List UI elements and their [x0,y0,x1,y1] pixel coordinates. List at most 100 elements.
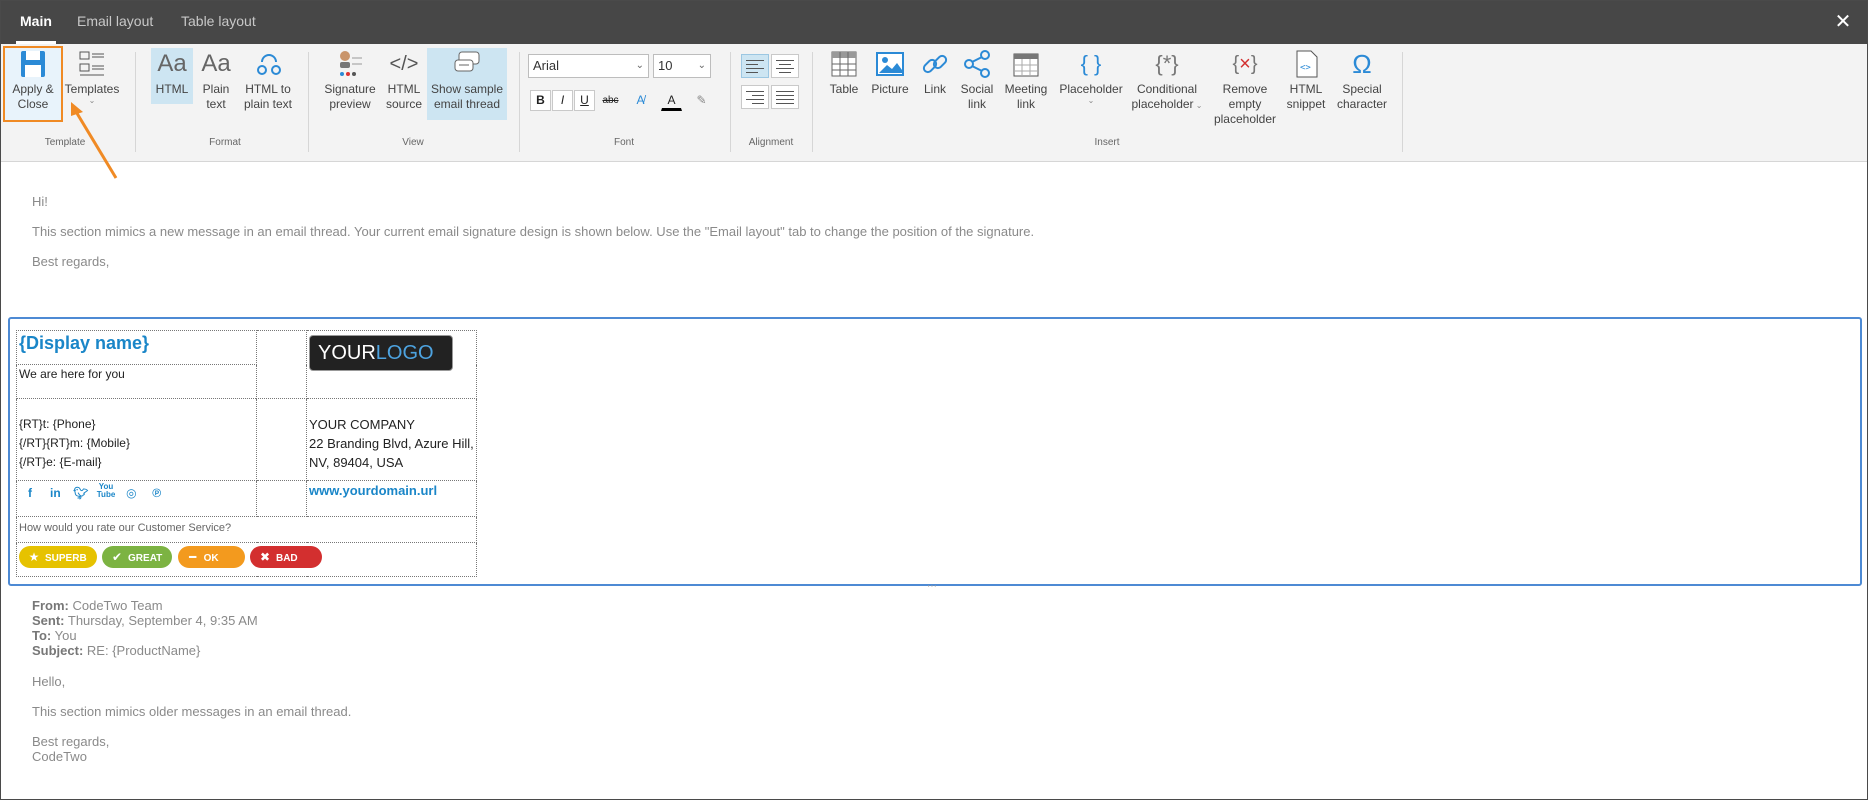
thread-sent: Sent: Thursday, September 4, 9:35 AM [32,613,258,628]
insert-special-character-button[interactable]: Ω Special character [1335,48,1389,112]
sig-cell-url: www.yourdomain.url [306,480,477,517]
star-icon: ★ [28,550,40,564]
insert-table-button[interactable]: Table [823,48,865,97]
sig-cell-logo: YOURLOGO [306,330,477,399]
remove-placeholder-icon: {×} [1232,53,1258,75]
align-justify-button[interactable] [771,85,799,109]
html-source-label-2: source [385,97,423,111]
insert-conditional-placeholder-button[interactable]: {*} Conditional placeholder ⌄ [1129,48,1205,113]
sent-label: Sent: [32,613,65,628]
signature-preview-label-2: preview [329,97,371,111]
tab-main[interactable]: Main [16,1,56,44]
rating-ok-button[interactable]: ━ OK [177,546,245,568]
rating-great-button[interactable]: ✔ GREAT [102,546,173,568]
html-to-plain-button[interactable]: HTML to plain text [239,48,297,112]
rating-superb-button[interactable]: ★ SUPERB [19,546,97,568]
sent-value: Thursday, September 4, 9:35 AM [67,613,258,628]
mobile-line: {/RT}{RT}m: {Mobile} [19,436,130,450]
apply-close-button[interactable]: Apply & Close [3,46,63,122]
font-family-value: Arial [533,58,560,73]
highlight-pen-icon[interactable]: ✎ [691,90,712,111]
code-icon: </> [389,53,419,75]
html-source-button[interactable]: </> HTML source [383,48,425,112]
strikethrough-button[interactable]: abc [600,90,621,111]
group-label-view: View [402,137,424,148]
align-left-button[interactable] [741,54,769,78]
ribbon-toolbar: Apply & Close Templates ⌄ Template Aa HT… [1,44,1867,162]
rating-bad-label: BAD [275,553,298,564]
insert-placeholder-label: Placeholder [1059,82,1123,96]
facebook-icon[interactable]: f [19,486,41,500]
signature-editor-area[interactable]: {Display name} YOURLOGO We are here for … [8,317,1862,586]
thread-older-text: This section mimics older messages in an… [32,704,352,719]
signature-preview-button[interactable]: Signature preview [319,48,381,112]
display-name: {Display name} [19,333,150,353]
clear-format-icon[interactable]: A̸ [630,90,651,111]
remove-empty-placeholder-button[interactable]: {×} Remove empty placeholder [1211,48,1279,127]
font-aa-icon: Aa [157,50,187,77]
insert-link-button[interactable]: Link [917,48,953,97]
signature-preview-label-1: Signature [324,82,376,96]
email-line: {/RT}e: {E-mail} [19,455,102,469]
address-line-2: NV, 89404, USA [309,455,404,470]
align-right-button[interactable] [741,85,769,109]
html-snippet-icon: <> [1296,50,1318,78]
insert-link-label: Link [923,82,946,96]
tab-table-layout[interactable]: Table layout [181,1,256,44]
insert-picture-button[interactable]: Picture [867,48,913,97]
bold-button[interactable]: B [530,90,551,111]
insert-placeholder-button[interactable]: { } Placeholder ⌄ [1057,48,1125,105]
intro-text: This section mimics a new message in an … [32,224,1035,239]
youtube-icon[interactable]: You Tube [95,483,117,499]
rating-bad-button[interactable]: ✖ BAD [249,546,322,568]
remove-empty-label-1: Remove [1222,82,1268,96]
save-icon [21,51,45,77]
close-icon[interactable]: ✕ [1831,10,1855,34]
apply-close-label-2: Close [17,97,49,111]
insert-meeting-label-1: Meeting [1004,82,1048,96]
underline-button[interactable]: U [574,90,595,111]
twitter-icon[interactable]: 🐦︎ [70,486,92,500]
thread-signoff: CodeTwo [32,749,87,764]
thread-hello: Hello, [32,674,66,689]
thread-to: To: You [32,628,77,643]
font-family-select[interactable]: Arial ⌄ [528,54,649,78]
from-label: From: [32,598,69,613]
rating-question: How would you rate our Customer Service? [19,522,232,534]
link-icon [922,54,948,74]
templates-icon [79,51,104,76]
html-to-plain-label-2: plain text [243,97,293,111]
plain-text-button[interactable]: Aa Plain text [197,48,235,112]
pinterest-icon[interactable]: ℗ [146,486,168,500]
insert-html-snippet-button[interactable]: <> HTML snippet [1283,48,1329,112]
insert-special-label-1: Special [1342,82,1382,96]
italic-button[interactable]: I [552,90,573,111]
company-name: YOUR COMPANY [309,417,415,432]
html-format-button[interactable]: Aa HTML [151,48,193,104]
insert-social-link-button[interactable]: Social link [957,48,997,112]
font-color-icon[interactable]: A [661,90,682,111]
x-icon: ✖ [259,550,271,564]
greeting-text: Hi! [32,194,48,209]
to-value: You [54,628,77,643]
convert-icon [257,54,281,75]
show-sample-thread-button[interactable]: Show sample email thread [427,48,507,120]
group-label-font: Font [613,137,634,148]
font-size-select[interactable]: 10 ⌄ [653,54,711,78]
tab-email-layout[interactable]: Email layout [77,1,153,44]
website-link[interactable]: www.yourdomain.url [309,483,476,498]
sig-cell-name: {Display name} [16,330,257,365]
align-center-button[interactable] [771,54,799,78]
chat-bubbles-icon [454,51,480,72]
templates-label: Templates [64,82,120,96]
instagram-icon[interactable]: ◎ [120,486,142,500]
svg-text:<>: <> [1300,63,1311,73]
insert-snippet-label-1: HTML [1289,82,1323,96]
linkedin-icon[interactable]: in [44,486,66,500]
rating-superb-label: SUPERB [45,553,87,564]
insert-meeting-link-button[interactable]: Meeting link [1001,48,1051,112]
insert-social-label-2: link [967,97,986,111]
to-label: To: [32,628,52,643]
resize-handle[interactable]: ⋯ [927,581,937,592]
company-logo[interactable]: YOURLOGO [309,335,453,371]
